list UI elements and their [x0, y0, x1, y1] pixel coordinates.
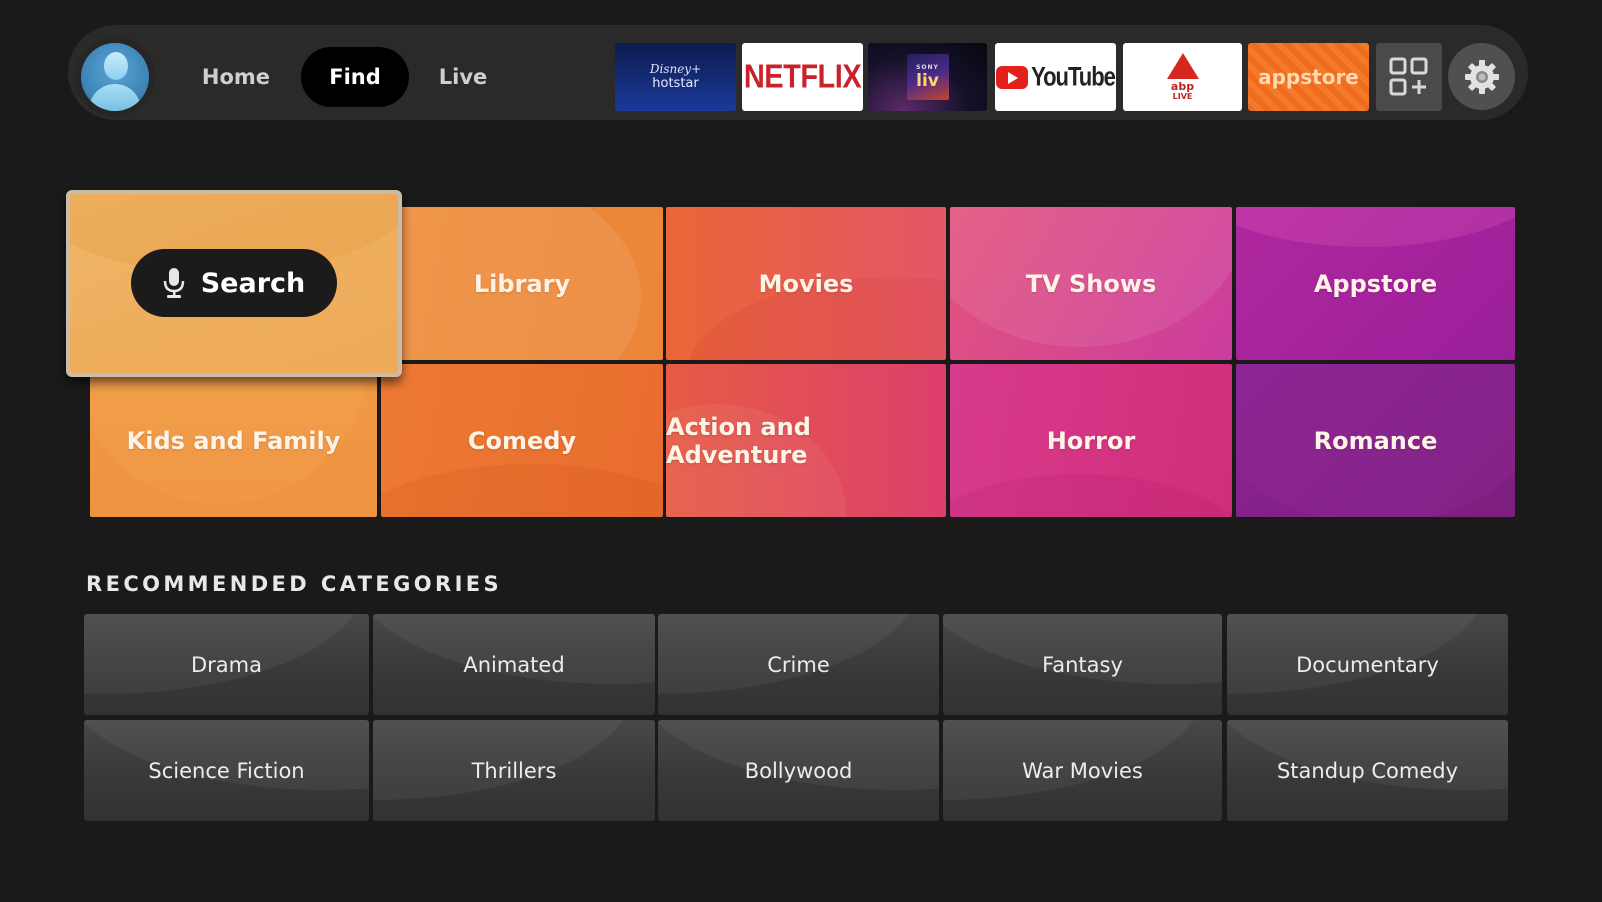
recommended-label: Fantasy	[1042, 652, 1123, 677]
category-label: Comedy	[467, 426, 577, 455]
abp-arrow-icon	[1166, 53, 1199, 79]
abp-live-text: LIVE	[1172, 92, 1193, 101]
settings-button[interactable]	[1448, 43, 1515, 110]
tile-wave-decoration	[381, 464, 663, 517]
recommended-label: Documentary	[1296, 652, 1439, 677]
profile-avatar-icon[interactable]	[81, 43, 149, 111]
abp-logo-text: abp	[1170, 80, 1195, 93]
category-tile-library[interactable]: Library	[381, 207, 663, 360]
app-tile-hotstar[interactable]: Disney+ hotstar	[615, 43, 736, 111]
category-tile-horror[interactable]: Horror	[950, 364, 1232, 517]
app-library-icon	[1389, 57, 1428, 96]
app-tile-netflix[interactable]: NETFLIX	[742, 43, 863, 111]
avatar-body-shape	[89, 84, 141, 111]
tile-wave-decoration	[950, 474, 1232, 517]
voice-search-button[interactable]: Search	[131, 249, 337, 317]
recommended-label: Animated	[463, 652, 565, 677]
category-tile-romance[interactable]: Romance	[1236, 364, 1515, 517]
category-tile-movies[interactable]: Movies	[666, 207, 946, 360]
recommended-tile-science-fiction[interactable]: Science Fiction	[84, 720, 369, 821]
app-tile-youtube[interactable]: YouTube	[995, 43, 1116, 111]
recommended-tile-war-movies[interactable]: War Movies	[943, 720, 1222, 821]
recommended-categories-heading: RECOMMENDED CATEGORIES	[86, 572, 503, 596]
category-tile-tv-shows[interactable]: TV Shows	[950, 207, 1232, 360]
top-navigation-bar: Home Find Live Disney+ hotstar NETFLIX S…	[68, 25, 1528, 120]
app-library-button[interactable]	[1376, 43, 1442, 111]
appstore-logo-text: appstore	[1258, 65, 1359, 89]
sonyliv-logo: SONY liv	[906, 54, 949, 100]
nav-tab-find[interactable]: Find	[301, 47, 409, 107]
recommended-label: Standup Comedy	[1276, 758, 1459, 783]
recommended-tile-animated[interactable]: Animated	[373, 614, 655, 715]
recommended-tile-documentary[interactable]: Documentary	[1227, 614, 1508, 715]
nav-tab-live[interactable]: Live	[428, 47, 498, 107]
category-label: Horror	[1046, 426, 1136, 455]
category-label: Romance	[1313, 426, 1438, 455]
netflix-logo: NETFLIX	[743, 58, 862, 95]
search-tile-focused[interactable]: Search	[66, 190, 402, 377]
recommended-label: Bollywood	[744, 758, 853, 783]
category-label: Action and Adventure	[666, 412, 811, 469]
recommended-tile-standup-comedy[interactable]: Standup Comedy	[1227, 720, 1508, 821]
hotstar-logo-disney: Disney+	[649, 62, 702, 76]
recommended-label: Thrillers	[471, 758, 557, 783]
category-tile-action-and-adventure[interactable]: Action and Adventure	[666, 364, 946, 517]
category-tile-appstore[interactable]: Appstore	[1236, 207, 1515, 360]
category-label: TV Shows	[1025, 269, 1157, 298]
youtube-play-icon	[996, 65, 1029, 89]
search-label: Search	[200, 267, 306, 299]
hotstar-logo-text: hotstar	[652, 76, 699, 91]
app-tile-appstore[interactable]: appstore	[1248, 43, 1369, 111]
app-tile-abp-live[interactable]: abp LIVE	[1123, 43, 1242, 111]
sonyliv-logo-text: liv	[916, 70, 939, 91]
category-tile-comedy[interactable]: Comedy	[381, 364, 663, 517]
recommended-label: Science Fiction	[148, 758, 305, 783]
recommended-label: Drama	[191, 652, 262, 677]
category-tile-kids-and-family[interactable]: Kids and Family	[90, 364, 377, 517]
nav-tab-home[interactable]: Home	[196, 47, 276, 107]
recommended-label: Crime	[767, 652, 830, 677]
recommended-tile-fantasy[interactable]: Fantasy	[943, 614, 1222, 715]
gear-icon	[1464, 59, 1499, 94]
app-tile-sonyliv[interactable]: SONY liv	[868, 43, 987, 111]
recommended-tile-crime[interactable]: Crime	[658, 614, 939, 715]
avatar-head-shape	[104, 52, 128, 80]
category-label: Kids and Family	[126, 426, 341, 455]
category-label: Movies	[758, 269, 854, 298]
recommended-tile-bollywood[interactable]: Bollywood	[658, 720, 939, 821]
category-label: Library	[473, 269, 571, 298]
recommended-tile-thrillers[interactable]: Thrillers	[373, 720, 655, 821]
category-label: Appstore	[1313, 269, 1438, 298]
sonyliv-logo-brand: SONY	[916, 63, 939, 71]
microphone-icon	[163, 268, 184, 298]
tile-wave-decoration	[1236, 207, 1515, 247]
recommended-label: War Movies	[1022, 758, 1143, 783]
youtube-logo-text: YouTube	[1031, 61, 1116, 92]
recommended-tile-drama[interactable]: Drama	[84, 614, 369, 715]
